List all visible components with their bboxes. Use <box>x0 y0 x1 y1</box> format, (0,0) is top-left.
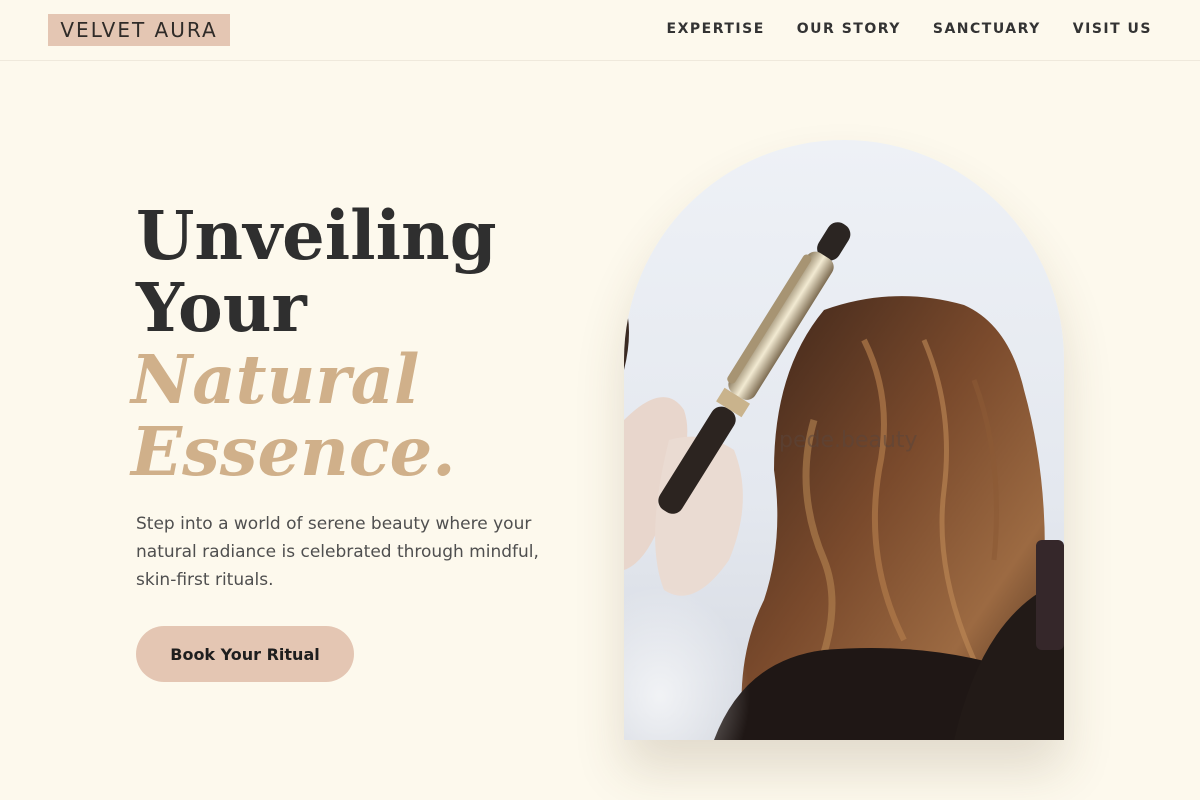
hero-title-line-1: Unveiling <box>136 196 497 275</box>
nav-link-expertise[interactable]: EXPERTISE <box>667 20 765 38</box>
hero-title-line-2: Your <box>136 268 307 347</box>
nav-link-visit-us[interactable]: VISIT US <box>1073 20 1152 38</box>
hero-title-accent-2: Essence. <box>131 412 456 491</box>
nav-link-our-story[interactable]: OUR STORY <box>797 20 901 38</box>
brand-logo[interactable]: VELVET AURA <box>48 14 230 46</box>
hero-title: Unveiling Your Natural Essence. <box>131 196 576 488</box>
site-header: VELVET AURA EXPERTISE OUR STORY SANCTUAR… <box>0 0 1200 61</box>
hero-description: Step into a world of serene beauty where… <box>136 514 539 590</box>
nav-link-sanctuary[interactable]: SANCTUARY <box>933 20 1041 38</box>
main-nav: EXPERTISE OUR STORY SANCTUARY VISIT US <box>667 20 1152 38</box>
hero-image: pede.beauty <box>624 140 1064 740</box>
hero-title-accent-1: Natural <box>131 340 420 419</box>
book-ritual-button[interactable]: Book Your Ritual <box>136 626 354 682</box>
image-watermark: pede.beauty <box>779 428 918 453</box>
